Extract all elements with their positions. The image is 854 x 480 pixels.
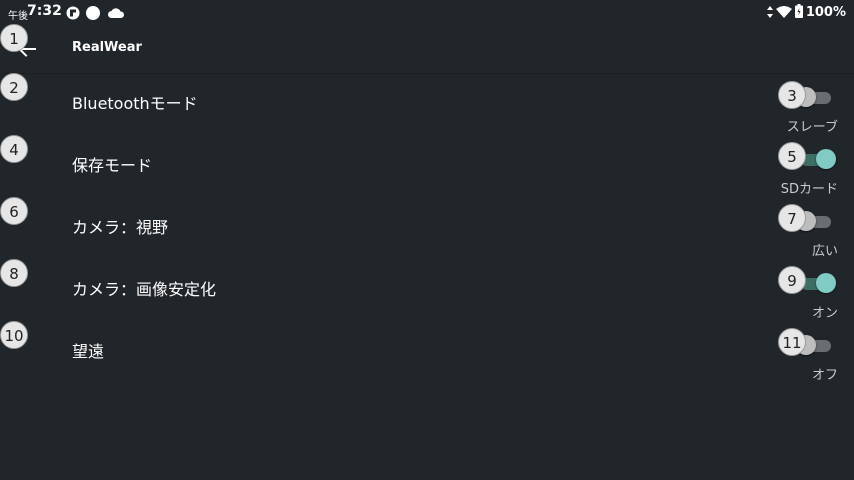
setting-label: カメラ：視野 <box>72 218 169 237</box>
setting-row-telephoto[interactable]: 望遠 オフ <box>0 320 854 383</box>
toggle-state-label: オフ <box>811 368 838 383</box>
app-title: RealWear <box>72 40 142 55</box>
number-badge: 6 <box>0 197 28 225</box>
setting-row-storage-mode[interactable]: 保存モード SDカード <box>0 134 854 197</box>
number-badge: 3 <box>778 81 806 109</box>
toggle-thumb <box>816 273 836 293</box>
number-badge: 1 <box>0 24 28 52</box>
number-badge: 8 <box>0 259 28 287</box>
number-badge: 5 <box>778 142 806 170</box>
status-bar: 午後 7:32 100% <box>0 0 854 24</box>
settings-screen: 午後 7:32 100% RealWear Bluetoothモード スレーブ … <box>0 0 854 480</box>
setting-row-camera-field-of-view[interactable]: カメラ：視野 広い <box>0 196 854 259</box>
status-time: 7:32 <box>27 3 62 19</box>
number-badge: 7 <box>778 204 806 232</box>
toggle-state-label: SDカード <box>780 182 838 197</box>
data-transfer-icon <box>766 3 773 22</box>
app-notification-icon <box>66 5 80 20</box>
battery-icon <box>794 3 803 22</box>
wifi-icon <box>775 3 792 22</box>
toggle-state-label: オン <box>811 306 838 321</box>
toggle-thumb <box>816 149 836 169</box>
app-bar: RealWear <box>0 24 854 74</box>
setting-label: 望遠 <box>72 342 105 361</box>
setting-row-bluetooth-mode[interactable]: Bluetoothモード スレーブ <box>0 72 854 135</box>
status-time-prefix: 午後 <box>8 11 28 22</box>
setting-row-camera-stabilization[interactable]: カメラ：画像安定化 オン <box>0 258 854 321</box>
setting-label: カメラ：画像安定化 <box>72 280 217 299</box>
battery-percentage: 100% <box>805 4 846 20</box>
setting-label: Bluetoothモード <box>72 94 198 113</box>
toggle-state-label: 広い <box>811 244 838 259</box>
number-badge: 2 <box>0 73 28 101</box>
toggle-state-label: スレーブ <box>786 120 838 135</box>
number-badge: 11 <box>778 328 806 356</box>
cloud-icon <box>107 5 125 19</box>
number-badge: 10 <box>0 321 28 349</box>
status-right-group: 100% <box>766 3 846 22</box>
setting-label: 保存モード <box>72 156 153 175</box>
circle-notification-icon <box>86 5 100 20</box>
number-badge: 4 <box>0 135 28 163</box>
number-badge: 9 <box>778 266 806 294</box>
